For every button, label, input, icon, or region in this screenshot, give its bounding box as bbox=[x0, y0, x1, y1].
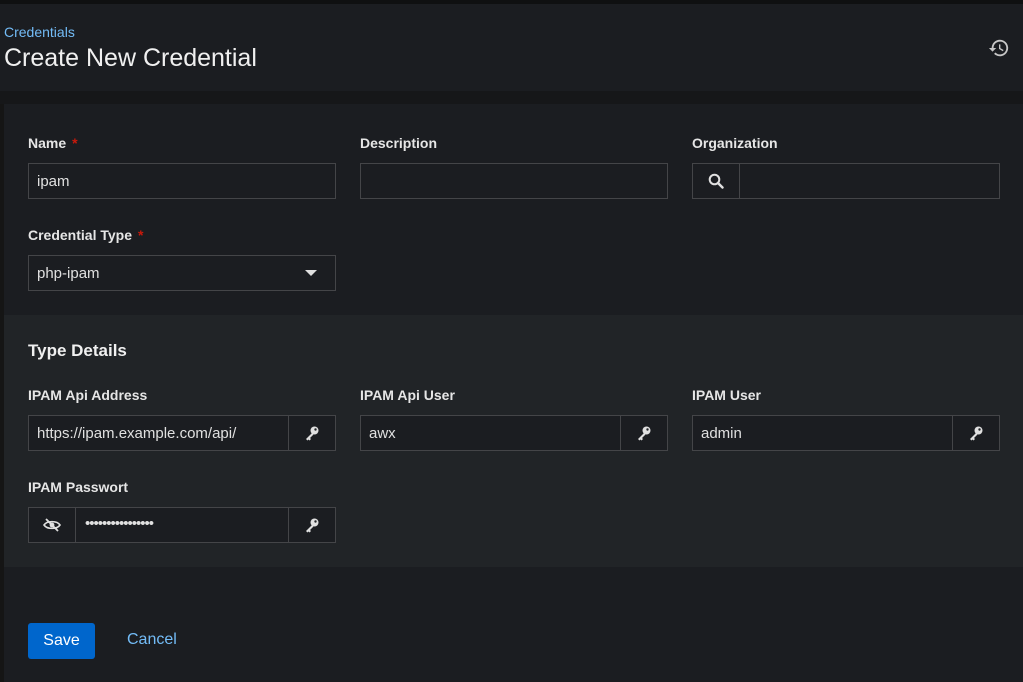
key-icon bbox=[638, 426, 651, 441]
page-title: Create New Credential bbox=[4, 44, 257, 72]
api-user-field[interactable]: awx bbox=[360, 415, 668, 451]
api-user-value: awx bbox=[369, 425, 396, 442]
page-header: Credentials Create New Credential bbox=[0, 4, 1023, 91]
caret-down-icon bbox=[305, 270, 317, 276]
credential-type-label: Credential Type * bbox=[28, 227, 144, 243]
breadcrumb-credentials[interactable]: Credentials bbox=[4, 24, 75, 40]
description-label: Description bbox=[360, 135, 438, 151]
credential-type-select[interactable]: php-ipam bbox=[28, 255, 336, 291]
history-icon[interactable] bbox=[988, 37, 1010, 59]
ipam-user-label: IPAM User bbox=[692, 387, 761, 403]
api-address-field[interactable]: https://ipam.example.com/api/ bbox=[28, 415, 336, 451]
search-icon bbox=[708, 173, 724, 189]
name-label: Name * bbox=[28, 135, 78, 151]
type-details-card: Type Details IPAM Api Address https://ip… bbox=[4, 315, 1023, 567]
save-button[interactable]: Save bbox=[28, 623, 95, 659]
form-actions: Save Cancel bbox=[4, 567, 1023, 682]
credential-type-value: php-ipam bbox=[37, 265, 100, 282]
name-field[interactable]: ipam bbox=[28, 163, 336, 199]
key-icon bbox=[306, 518, 319, 533]
type-details-title: Type Details bbox=[28, 341, 127, 360]
description-field[interactable] bbox=[360, 163, 668, 199]
api-address-label: IPAM Api Address bbox=[28, 387, 148, 403]
password-field[interactable]: •••••••••••••••• bbox=[28, 507, 336, 543]
ipam-user-key-button[interactable] bbox=[952, 416, 999, 450]
toggle-password-visibility-button[interactable] bbox=[29, 508, 76, 542]
ipam-user-field[interactable]: admin bbox=[692, 415, 1000, 451]
organization-label: Organization bbox=[692, 135, 778, 151]
api-user-key-button[interactable] bbox=[620, 416, 667, 450]
api-address-value: https://ipam.example.com/api/ bbox=[37, 425, 237, 442]
api-address-key-button[interactable] bbox=[288, 416, 335, 450]
key-icon bbox=[970, 426, 983, 441]
password-value: •••••••••••••••• bbox=[85, 515, 154, 532]
key-icon bbox=[306, 426, 319, 441]
credential-form-card: Name * ipam Description Organization Cred… bbox=[4, 104, 1023, 315]
eye-slash-icon bbox=[43, 518, 61, 532]
name-value: ipam bbox=[37, 173, 70, 190]
organization-search-button[interactable] bbox=[693, 164, 740, 198]
password-label: IPAM Passwort bbox=[28, 479, 129, 495]
ipam-user-value: admin bbox=[701, 425, 742, 442]
password-key-button[interactable] bbox=[288, 508, 335, 542]
header-gap bbox=[0, 91, 1023, 104]
cancel-button[interactable]: Cancel bbox=[127, 631, 177, 649]
organization-field[interactable] bbox=[692, 163, 1000, 199]
api-user-label: IPAM Api User bbox=[360, 387, 455, 403]
